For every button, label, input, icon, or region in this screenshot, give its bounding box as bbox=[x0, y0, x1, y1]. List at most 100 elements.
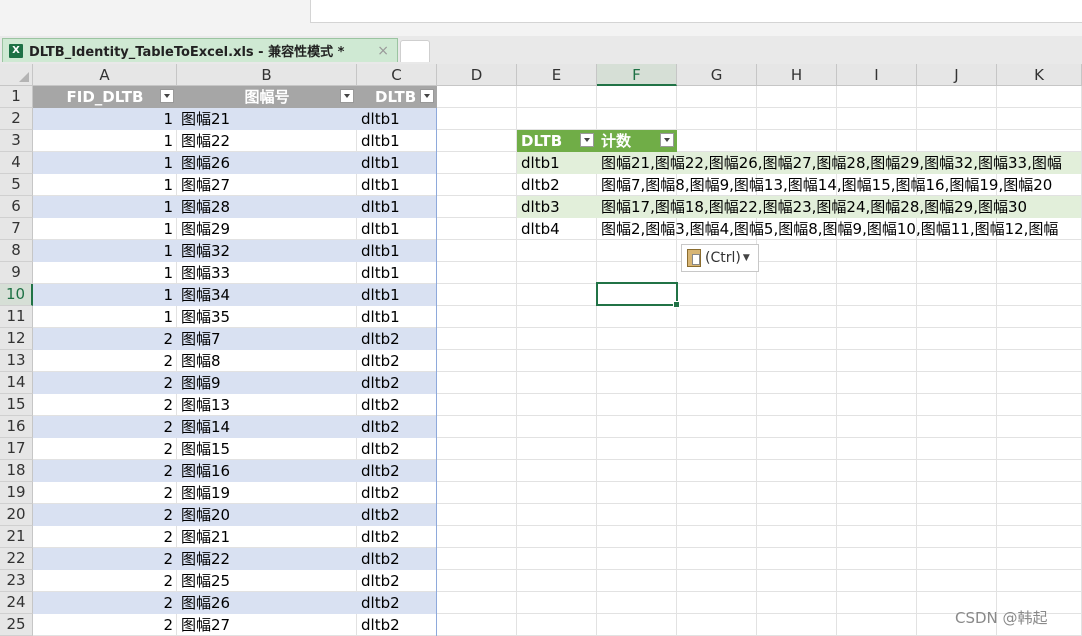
column-header-a[interactable]: A bbox=[33, 64, 177, 86]
cell-fid[interactable]: 2 bbox=[33, 416, 177, 438]
column-header-b[interactable]: B bbox=[177, 64, 357, 86]
row-header-11[interactable]: 11 bbox=[0, 306, 33, 328]
table-header-dltb[interactable]: DLTB bbox=[357, 86, 437, 108]
cell-fid[interactable]: 2 bbox=[33, 482, 177, 504]
row-header-3[interactable]: 3 bbox=[0, 130, 33, 152]
cell-fid[interactable]: 2 bbox=[33, 570, 177, 592]
cell-fid[interactable]: 1 bbox=[33, 240, 177, 262]
row-header-1[interactable]: 1 bbox=[0, 86, 33, 108]
pivot-cell-dltb[interactable]: dltb4 bbox=[517, 218, 597, 240]
cell-tufu[interactable]: 图幅25 bbox=[177, 570, 357, 592]
row-header-2[interactable]: 2 bbox=[0, 108, 33, 130]
row-header-24[interactable]: 24 bbox=[0, 592, 33, 614]
pivot-cell-dltb[interactable]: dltb1 bbox=[517, 152, 597, 174]
cell-fid[interactable]: 1 bbox=[33, 306, 177, 328]
cell-fid[interactable]: 2 bbox=[33, 372, 177, 394]
pivot-cell-count[interactable]: 图幅21,图幅22,图幅26,图幅27,图幅28,图幅29,图幅32,图幅33,… bbox=[597, 152, 1081, 174]
row-header-10[interactable]: 10 bbox=[0, 284, 33, 306]
filter-dropdown-icon[interactable] bbox=[160, 89, 174, 103]
paste-options-button[interactable]: (Ctrl) ▼ bbox=[681, 244, 759, 272]
row-header-9[interactable]: 9 bbox=[0, 262, 33, 284]
cell-tufu[interactable]: 图幅15 bbox=[177, 438, 357, 460]
cell-dltb[interactable]: dltb2 bbox=[357, 482, 437, 504]
cell-tufu[interactable]: 图幅20 bbox=[177, 504, 357, 526]
filter-dropdown-icon[interactable] bbox=[340, 89, 354, 103]
cell-fid[interactable]: 2 bbox=[33, 614, 177, 636]
row-header-13[interactable]: 13 bbox=[0, 350, 33, 372]
cell-dltb[interactable]: dltb2 bbox=[357, 548, 437, 570]
cell-tufu[interactable]: 图幅27 bbox=[177, 614, 357, 636]
row-header-25[interactable]: 25 bbox=[0, 614, 33, 636]
cell-tufu[interactable]: 图幅13 bbox=[177, 394, 357, 416]
cell-fid[interactable]: 2 bbox=[33, 526, 177, 548]
column-header-d[interactable]: D bbox=[437, 64, 517, 86]
cell-dltb[interactable]: dltb2 bbox=[357, 394, 437, 416]
pivot-cell-dltb[interactable]: dltb3 bbox=[517, 196, 597, 218]
row-header-15[interactable]: 15 bbox=[0, 394, 33, 416]
cell-tufu[interactable]: 图幅14 bbox=[177, 416, 357, 438]
formula-bar[interactable] bbox=[310, 0, 1082, 23]
cell-fid[interactable]: 1 bbox=[33, 284, 177, 306]
cell-tufu[interactable]: 图幅16 bbox=[177, 460, 357, 482]
cell-tufu[interactable]: 图幅8 bbox=[177, 350, 357, 372]
pivot-header-count[interactable]: 计数 bbox=[597, 130, 677, 152]
cell-tufu[interactable]: 图幅33 bbox=[177, 262, 357, 284]
pivot-cell-count[interactable]: 图幅17,图幅18,图幅22,图幅23,图幅24,图幅28,图幅29,图幅30 bbox=[597, 196, 1081, 218]
cell-fid[interactable]: 2 bbox=[33, 350, 177, 372]
cell-fid[interactable]: 2 bbox=[33, 592, 177, 614]
cell-tufu[interactable]: 图幅21 bbox=[177, 108, 357, 130]
cell-tufu[interactable]: 图幅34 bbox=[177, 284, 357, 306]
new-tab-button[interactable] bbox=[400, 40, 430, 62]
cell-dltb[interactable]: dltb2 bbox=[357, 570, 437, 592]
cell-fid[interactable]: 1 bbox=[33, 174, 177, 196]
row-header-12[interactable]: 12 bbox=[0, 328, 33, 350]
filter-dropdown-icon[interactable] bbox=[660, 133, 674, 147]
spreadsheet-grid[interactable]: ABCDEFGHIJK 1 2 3 4 5 6 7 8 9 10 11 12 13 14 15 16 17 18 1… bbox=[0, 64, 1082, 636]
cell-fid[interactable]: 1 bbox=[33, 262, 177, 284]
pivot-cell-count[interactable]: 图幅7,图幅8,图幅9,图幅13,图幅14,图幅15,图幅16,图幅19,图幅2… bbox=[597, 174, 1081, 196]
cell-tufu[interactable]: 图幅28 bbox=[177, 196, 357, 218]
cell-tufu[interactable]: 图幅35 bbox=[177, 306, 357, 328]
cell-dltb[interactable]: dltb2 bbox=[357, 592, 437, 614]
cell-fid[interactable]: 2 bbox=[33, 548, 177, 570]
cell-fid[interactable]: 1 bbox=[33, 218, 177, 240]
cell-tufu[interactable]: 图幅29 bbox=[177, 218, 357, 240]
cell-tufu[interactable]: 图幅32 bbox=[177, 240, 357, 262]
select-all-corner[interactable] bbox=[0, 64, 33, 86]
cell-dltb[interactable]: dltb1 bbox=[357, 218, 437, 240]
cell-fid[interactable]: 1 bbox=[33, 196, 177, 218]
cell-tufu[interactable]: 图幅22 bbox=[177, 130, 357, 152]
cell-fid[interactable]: 2 bbox=[33, 460, 177, 482]
table-header-tufuhao[interactable]: 图幅号 bbox=[177, 86, 357, 108]
cell-dltb[interactable]: dltb2 bbox=[357, 416, 437, 438]
cell-fid[interactable]: 1 bbox=[33, 152, 177, 174]
cell-fid[interactable]: 2 bbox=[33, 504, 177, 526]
cell-fid[interactable]: 2 bbox=[33, 438, 177, 460]
row-header-17[interactable]: 17 bbox=[0, 438, 33, 460]
cell-fid[interactable]: 2 bbox=[33, 328, 177, 350]
cell-dltb[interactable]: dltb1 bbox=[357, 284, 437, 306]
cell-dltb[interactable]: dltb2 bbox=[357, 438, 437, 460]
cell-dltb[interactable]: dltb2 bbox=[357, 350, 437, 372]
cell-dltb[interactable]: dltb2 bbox=[357, 504, 437, 526]
cell-tufu[interactable]: 图幅22 bbox=[177, 548, 357, 570]
cell-tufu[interactable]: 图幅19 bbox=[177, 482, 357, 504]
table-header-fid-dltb[interactable]: FID_DLTB bbox=[33, 86, 177, 108]
cell-dltb[interactable]: dltb2 bbox=[357, 526, 437, 548]
row-header-5[interactable]: 5 bbox=[0, 174, 33, 196]
row-header-23[interactable]: 23 bbox=[0, 570, 33, 592]
row-header-18[interactable]: 18 bbox=[0, 460, 33, 482]
cell-tufu[interactable]: 图幅27 bbox=[177, 174, 357, 196]
row-header-8[interactable]: 8 bbox=[0, 240, 33, 262]
cell-dltb[interactable]: dltb1 bbox=[357, 174, 437, 196]
cell-dltb[interactable]: dltb1 bbox=[357, 152, 437, 174]
column-header-c[interactable]: C bbox=[357, 64, 437, 86]
cell-dltb[interactable]: dltb1 bbox=[357, 108, 437, 130]
row-header-6[interactable]: 6 bbox=[0, 196, 33, 218]
cell-tufu[interactable]: 图幅21 bbox=[177, 526, 357, 548]
cell-fid[interactable]: 1 bbox=[33, 108, 177, 130]
cell-dltb[interactable]: dltb2 bbox=[357, 328, 437, 350]
row-header-16[interactable]: 16 bbox=[0, 416, 33, 438]
row-header-21[interactable]: 21 bbox=[0, 526, 33, 548]
row-header-19[interactable]: 19 bbox=[0, 482, 33, 504]
